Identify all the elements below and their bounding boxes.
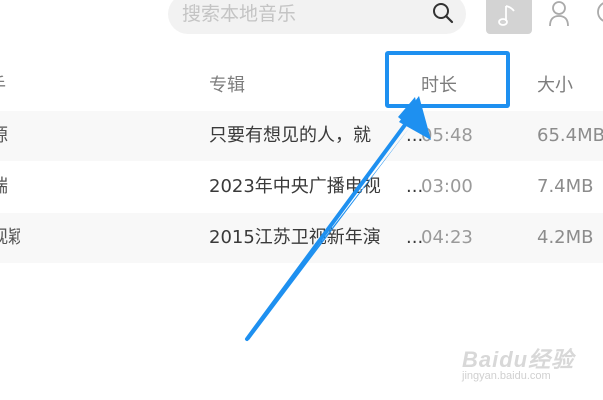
music-view-button[interactable]: [486, 0, 532, 34]
table-row[interactable]: 观颖 2015江苏卫视新年演 ... 04:23 4.2MB: [0, 213, 603, 263]
album-icon: [597, 2, 603, 22]
row-artist: 观颖: [0, 227, 20, 248]
row-artist: 端: [0, 175, 20, 199]
header-artist[interactable]: 手: [0, 74, 6, 98]
header-album[interactable]: 专辑: [209, 74, 245, 98]
header-size[interactable]: 大小: [537, 74, 573, 98]
row-duration: 03:00: [421, 176, 473, 197]
table-header: 手 专辑 时长 大小: [0, 66, 603, 106]
table-row[interactable]: 源 只要有想见的人，就 ... 05:48 65.4MB: [0, 111, 603, 161]
row-artist: 源: [0, 124, 20, 148]
row-size: 7.4MB: [537, 176, 594, 197]
row-album: 2023年中央广播电视: [209, 176, 381, 197]
watermark: Baidu经验 jingyan.baidu.com: [462, 336, 602, 396]
singer-view-button[interactable]: [542, 0, 576, 32]
row-duration: 05:48: [421, 125, 473, 146]
album-view-button[interactable]: [590, 0, 603, 32]
music-note-icon: [498, 5, 515, 26]
row-size: 4.2MB: [537, 227, 594, 248]
row-size: 65.4MB: [537, 125, 603, 146]
row-duration: 04:23: [421, 227, 473, 248]
search-placeholder: 搜索本地音乐: [182, 3, 297, 25]
row-album: 2015江苏卫视新年演: [209, 227, 381, 248]
search-box[interactable]: 搜索本地音乐: [168, 0, 466, 34]
row-album: 只要有想见的人，就: [209, 125, 371, 146]
search-icon[interactable]: [432, 2, 454, 24]
singer-icon: [549, 1, 569, 27]
watermark-url: jingyan.baidu.com: [462, 370, 551, 382]
table-row[interactable]: 端 2023年中央广播电视 ... 03:00 7.4MB: [0, 162, 603, 212]
annotation-highlight-box: [385, 51, 510, 108]
